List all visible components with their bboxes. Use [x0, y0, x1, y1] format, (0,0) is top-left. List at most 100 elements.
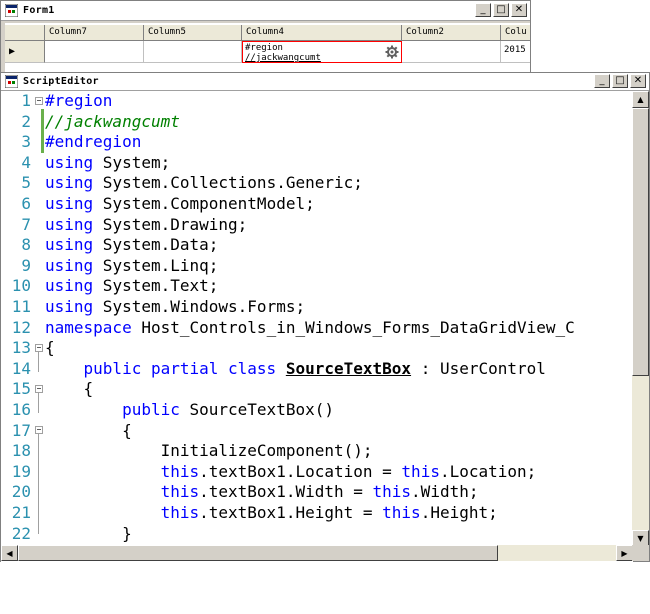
close-button[interactable]: ✕	[630, 74, 646, 88]
code-line: this.textBox1.Width = this.Width;	[45, 482, 479, 502]
line-number: 4	[21, 152, 31, 172]
code-token: #region	[45, 91, 113, 110]
keyword: using	[45, 255, 94, 275]
row-indicator-icon[interactable]: ▶	[5, 41, 45, 63]
vertical-scrollbar[interactable]: ▲ ▼	[632, 91, 649, 547]
keyword: this	[160, 461, 200, 481]
fold-toggle-icon[interactable]	[35, 344, 43, 352]
fold-toggle-icon[interactable]	[35, 385, 43, 393]
minimize-button[interactable]: _	[475, 3, 491, 17]
scroll-up-icon[interactable]: ▲	[632, 91, 649, 108]
code-token: System.Windows.Forms;	[93, 297, 306, 316]
code-token: #endregion	[45, 132, 142, 152]
script-editor-titlebar[interactable]: ScriptEditor _ □ ✕	[1, 73, 649, 91]
gear-icon[interactable]	[385, 45, 399, 59]
keyword: using	[45, 297, 94, 316]
code-token: .textBox1.Width =	[199, 482, 373, 502]
line-number: 14	[11, 358, 31, 378]
grid-cell[interactable]	[144, 41, 242, 63]
keyword: using	[45, 173, 94, 193]
code-line: InitializeComponent();	[45, 441, 373, 461]
editing-cell[interactable]: #region //jackwangcumt	[242, 41, 402, 63]
line-number: 17	[11, 420, 31, 440]
code-token: {	[45, 338, 55, 358]
code-token: .Height;	[420, 503, 498, 522]
keyword: this	[382, 503, 421, 522]
code-line: {	[45, 379, 94, 399]
line-number: 18	[11, 441, 31, 461]
line-number: 6	[21, 194, 31, 213]
maximize-button[interactable]: □	[612, 74, 628, 88]
line-number: 9	[21, 255, 31, 275]
column-header[interactable]: Column7	[45, 25, 144, 41]
line-number: 22	[11, 523, 31, 543]
line-number: 8	[21, 235, 31, 255]
code-line: using System.ComponentModel;	[45, 194, 315, 214]
datagridview[interactable]: Column7 Column5 Column4 Column2 Colu ▶ #…	[5, 23, 530, 73]
code-line: #endregion	[45, 132, 141, 152]
line-number: 1	[21, 91, 31, 110]
form1-window: Form1 _ □ ✕ Column7 Column5 Column4 Colu…	[0, 0, 531, 74]
code-line: this.textBox1.Height = this.Height;	[45, 503, 498, 523]
scroll-left-icon[interactable]: ◀	[1, 545, 18, 561]
column-header[interactable]: Colu	[501, 25, 530, 41]
keyword: using	[45, 194, 94, 213]
line-number: 12	[11, 317, 31, 337]
keyword: this	[160, 503, 200, 522]
code-token: InitializeComponent();	[45, 441, 373, 461]
code-token: : UserControl	[411, 358, 546, 378]
scroll-right-icon[interactable]: ▶	[616, 545, 633, 561]
grid-cell[interactable]: 2015	[501, 41, 530, 63]
horizontal-scroll-thumb[interactable]	[18, 545, 498, 561]
code-token: System.Linq;	[93, 255, 219, 275]
grid-cell[interactable]	[45, 41, 144, 63]
fold-toggle-icon[interactable]	[35, 426, 43, 434]
code-editor[interactable]: 1 2 3 4 5 6 7 8 9 10 11 12 13 14 15 16 1…	[1, 91, 633, 614]
line-number: 2	[21, 111, 31, 131]
table-row[interactable]: ▶ #region //jackwangcumt 2015	[5, 41, 530, 63]
column-header[interactable]: Column5	[144, 25, 242, 41]
changed-lines-marker	[41, 109, 44, 153]
keyword: using	[45, 152, 94, 172]
line-number: 21	[11, 503, 31, 522]
fold-guide-line	[38, 434, 39, 534]
close-button[interactable]: ✕	[511, 3, 527, 17]
grid-cell[interactable]	[402, 41, 501, 63]
grid-corner-header[interactable]	[5, 25, 45, 41]
fold-toggle-icon[interactable]	[35, 97, 43, 105]
minimize-button[interactable]: _	[594, 74, 610, 88]
code-token: .textBox1.Height =	[199, 503, 383, 522]
code-token: System;	[93, 152, 171, 172]
code-token: .textBox1.Location =	[199, 461, 402, 481]
keyword: using	[45, 214, 94, 234]
horizontal-scrollbar[interactable]: ◀ ▶	[1, 545, 633, 561]
keyword: this	[372, 482, 412, 502]
code-line: public SourceTextBox()	[45, 400, 334, 420]
maximize-button[interactable]: □	[493, 3, 509, 17]
keyword: this	[160, 482, 200, 502]
code-token: .Width;	[411, 482, 479, 502]
code-token: SourceTextBox()	[179, 400, 334, 419]
keyword: using	[45, 276, 94, 296]
editing-cell-line: #region	[245, 43, 283, 53]
keyword: public partial class	[83, 358, 277, 378]
column-header[interactable]: Column4	[242, 25, 402, 41]
code-line: #region	[45, 91, 112, 111]
code-token: .Location;	[439, 461, 537, 481]
fold-guide-line	[38, 393, 39, 413]
code-token: System.Collections.Generic;	[93, 173, 363, 193]
form1-titlebar[interactable]: Form1 _ □ ✕	[1, 1, 530, 21]
column-header[interactable]: Column2	[402, 25, 501, 41]
window-app-icon	[5, 75, 18, 88]
code-line: this.textBox1.Location = this.Location;	[45, 461, 537, 482]
vertical-scroll-thumb[interactable]	[632, 108, 649, 376]
code-line: //jackwangcumt	[45, 112, 180, 132]
code-token: Host_Controls_in_Windows_Forms_DataGridV…	[131, 317, 575, 337]
keyword: this	[401, 461, 440, 481]
editing-cell-line: //jackwangcumt	[245, 53, 321, 63]
code-token: {	[45, 420, 132, 440]
keyword: public	[122, 400, 180, 419]
code-line: using System.Windows.Forms;	[45, 297, 305, 317]
